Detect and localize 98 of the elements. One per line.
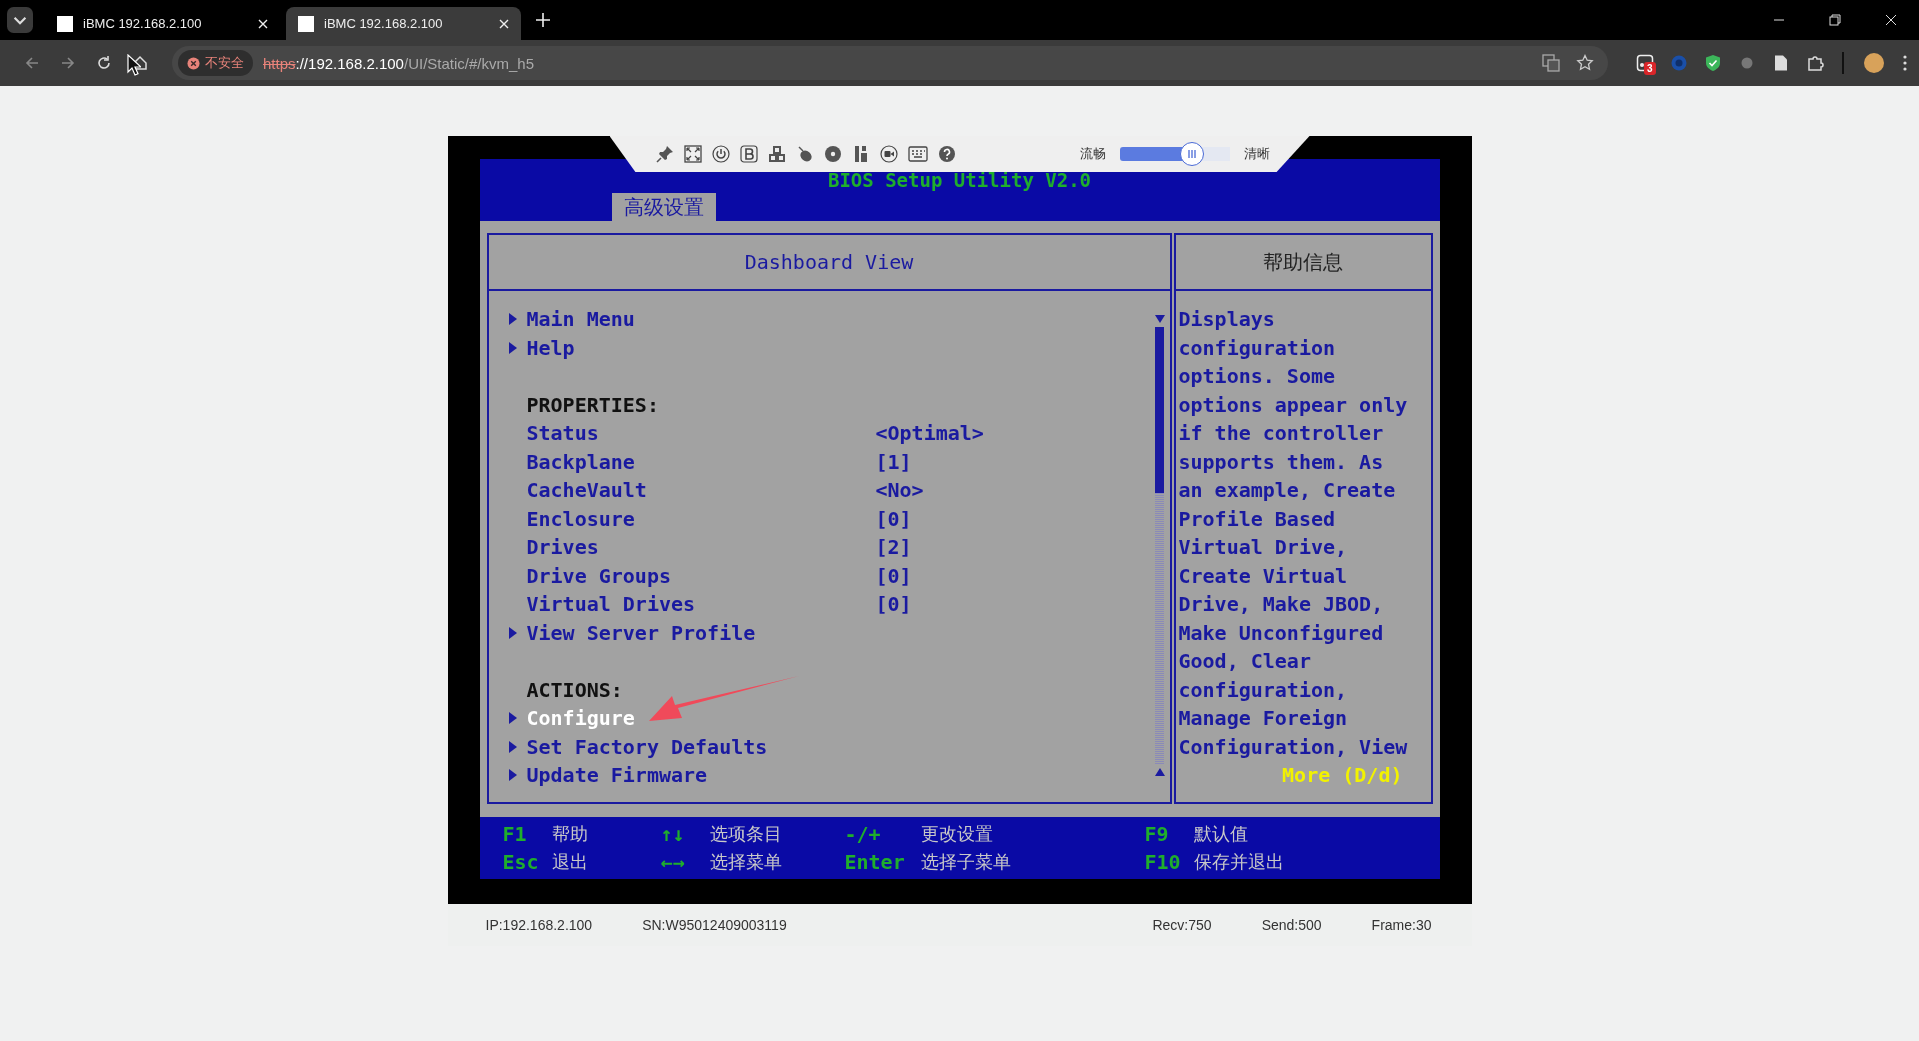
property-value: [0] (875, 562, 912, 590)
menu-item[interactable]: Main Menu (526, 305, 635, 334)
key-name: -/+ (844, 822, 882, 846)
frame-rate: Frame:30 (1371, 917, 1432, 933)
key-name: ←→ (660, 850, 686, 874)
profile-avatar[interactable] (1864, 53, 1884, 73)
scroll-down-icon[interactable] (1154, 315, 1165, 323)
tab-search-icon[interactable] (7, 7, 33, 33)
triangle-icon (508, 626, 517, 639)
property-label[interactable]: Backplane (526, 447, 876, 476)
tab-title: iBMC 192.168.2.100 (83, 16, 203, 31)
shield-icon[interactable] (1704, 54, 1722, 72)
new-tab-icon[interactable] (535, 12, 551, 28)
home-icon[interactable] (132, 55, 148, 71)
menu-item[interactable]: Configure (526, 704, 635, 733)
property-value: [0] (875, 591, 912, 618)
star-icon[interactable] (1576, 54, 1594, 72)
help-title: 帮助信息 (1175, 235, 1431, 291)
document-icon[interactable] (1772, 54, 1790, 72)
tab-title: iBMC 192.168.2.100 (324, 16, 444, 31)
key-name: F1 (502, 822, 528, 846)
key-name: F9 (1144, 822, 1170, 846)
warning-icon (187, 56, 200, 70)
property-value: [2] (875, 534, 912, 561)
help-icon[interactable] (937, 145, 956, 163)
forward-icon[interactable] (60, 55, 76, 71)
key-action: 默认值 (1193, 822, 1248, 846)
boot-icon[interactable] (739, 145, 758, 163)
key-name: ↑↓ (660, 822, 686, 846)
extension-icon[interactable] (1636, 54, 1654, 72)
property-value: [0] (875, 505, 912, 533)
triangle-icon (508, 769, 517, 782)
triangle-icon (508, 313, 517, 326)
section-heading: PROPERTIES: (526, 391, 659, 419)
property-value: [1] (875, 448, 912, 476)
key-action: 保存并退出 (1193, 850, 1284, 874)
bios-title: BIOS Setup Utility V2.0 (826, 171, 1093, 189)
send-count: Send:500 (1261, 917, 1322, 933)
property-label[interactable]: Virtual Drives (526, 590, 876, 619)
key-action: 退出 (551, 850, 588, 874)
url-text: https://192.168.2.100/UI/Static/#/kvm_h5 (263, 54, 535, 72)
property-label[interactable]: Drive Groups (526, 561, 876, 590)
keyboard-icon[interactable] (907, 145, 928, 163)
section-heading: ACTIONS: (526, 676, 623, 704)
translate-icon[interactable] (1542, 54, 1560, 72)
triangle-icon (508, 341, 517, 354)
more-menu-icon[interactable] (1902, 54, 1908, 72)
close-tab-icon[interactable] (258, 18, 268, 29)
recv-count: Recv:750 (1152, 917, 1212, 933)
disc-icon[interactable] (823, 145, 842, 163)
close-icon[interactable] (1885, 14, 1897, 26)
triangle-icon (508, 740, 517, 753)
power-icon[interactable] (711, 145, 730, 163)
slider-label: 流畅 (1079, 145, 1106, 163)
scroll-up-icon[interactable] (1154, 768, 1165, 776)
menu-item[interactable]: View Server Profile (526, 618, 756, 647)
property-value: <Optimal> (875, 420, 984, 447)
video-record-icon[interactable] (879, 145, 898, 163)
key-action: 帮助 (551, 822, 588, 846)
puzzle-icon[interactable] (1806, 54, 1824, 72)
keyboard-keys-icon[interactable] (767, 145, 786, 163)
property-label[interactable]: Status (526, 419, 876, 448)
property-label[interactable]: Drives (526, 533, 876, 562)
key-action: 更改设置 (920, 822, 993, 846)
slider-label: 清晰 (1243, 145, 1270, 163)
key-name: Esc (502, 850, 540, 874)
menu-item[interactable]: Help (526, 333, 575, 362)
bios-tab[interactable]: 高级设置 (611, 193, 716, 221)
key-action: 选择子菜单 (920, 850, 1011, 874)
fullscreen-icon[interactable] (683, 145, 702, 163)
menu-item[interactable]: Set Factory Defaults (526, 732, 768, 761)
panel-title: Dashboard View (488, 235, 1170, 291)
ip-address: IP:192.168.2.100 (485, 917, 593, 933)
property-value: <No> (875, 477, 924, 504)
pin-icon[interactable] (655, 145, 674, 163)
close-tab-icon[interactable] (499, 18, 509, 29)
property-label[interactable]: Enclosure (526, 504, 876, 533)
notification-badge: 3 (1644, 62, 1656, 75)
serial-number: SN:W95012409003119 (642, 917, 787, 933)
slider-handle[interactable] (1180, 142, 1205, 166)
favicon-icon (298, 15, 314, 32)
triangle-icon (508, 712, 517, 725)
back-icon[interactable] (24, 55, 40, 71)
security-chip[interactable]: 不安全 (178, 50, 253, 76)
more-hint: More (D/d) (1281, 762, 1404, 789)
property-label[interactable]: CacheVault (526, 476, 876, 505)
help-text: Displays configuration options. Some options appear only if the controller supports them. As an example, Create Profile Based Virtual Drive, Create Virtual Drive, Make JBOD, Make Unconfigured Good, Clear configuration, Manage Foreign Configuration, View (1178, 306, 1409, 761)
browser-tab[interactable]: iBMC 192.168.2.100 (286, 7, 521, 40)
key-action: 选择菜单 (709, 850, 782, 874)
favicon-icon (57, 15, 73, 32)
menu-item[interactable]: Update Firmware (526, 761, 708, 790)
address-bar[interactable]: 不安全 https://192.168.2.100/UI/Static/#/kvm_h5 (172, 46, 1608, 80)
mouse-cursor-icon (127, 54, 141, 76)
reload-icon[interactable] (96, 55, 112, 71)
key-name: Enter (844, 850, 906, 874)
key-action: 选项条目 (709, 822, 782, 846)
restore-icon[interactable] (1829, 14, 1841, 26)
key-name: F10 (1144, 850, 1182, 874)
